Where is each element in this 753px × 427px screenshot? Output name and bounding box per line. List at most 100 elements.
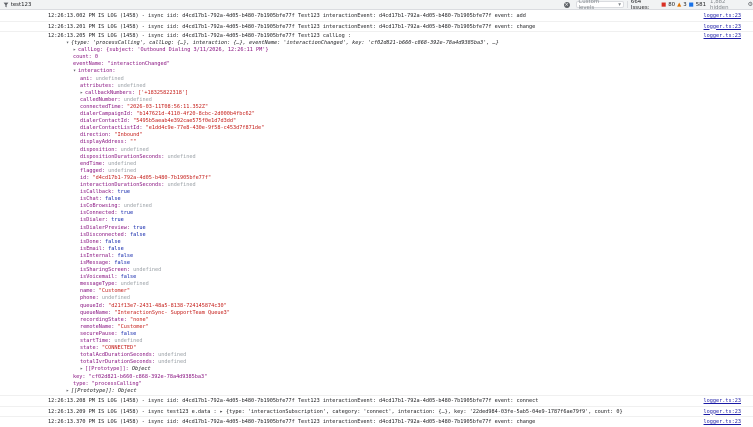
tree-line: isConnected: true [0, 210, 499, 217]
tree-text: isConnected: [80, 210, 121, 217]
tree-text: "CONNECTED" [101, 345, 137, 352]
tree-line: connectedTime: "2026-03-11T08:56:11.352Z… [0, 104, 499, 111]
tree-line: totalIvrDurationSeconds: undefined [0, 359, 499, 366]
tree-text: true [117, 189, 130, 196]
tree-line: startTime: undefined [0, 338, 499, 345]
source-link[interactable]: logger.ts:23 [704, 22, 741, 33]
tree-line: displayAddress: "" [0, 139, 499, 146]
chevron-down-icon: ▾ [618, 1, 621, 8]
source-link[interactable]: logger.ts:23 [704, 33, 741, 40]
tree-text: undefined [167, 153, 196, 160]
tree-text: isDone: [80, 238, 105, 245]
tree-text: securePause: [80, 330, 121, 337]
tree-text: isInternal: [80, 252, 118, 259]
tree-text: eventName: "interactionChanged" [73, 61, 170, 68]
tree-text: ani: [80, 75, 96, 82]
source-link[interactable]: logger.ts:23 [704, 417, 741, 427]
tree-text: name: [80, 288, 99, 295]
tree-line: isVoicemail: false [0, 274, 499, 281]
log-row: 12:26:13.201 PM IS LOG (1458) - isync ii… [0, 22, 753, 33]
log-message: 12:26:13.208 PM IS LOG (1458) - isync ii… [48, 398, 539, 405]
filter-icon[interactable] [2, 1, 10, 9]
filter-input[interactable] [10, 0, 554, 9]
tree-text: Object [131, 366, 151, 373]
hidden-count: 1,882 hidden [710, 0, 729, 11]
tree-text: messageType: [80, 281, 121, 288]
tree-text: endTime: [80, 160, 109, 167]
tree-text: undefined [123, 96, 152, 103]
tree-line: phone: undefined [0, 295, 499, 302]
tree-line: isInternal: false [0, 253, 499, 260]
tree-text: dialerContactListId: [80, 125, 146, 132]
tree-text: 12:26:13.205 PM IS LOG (1458) - isync ii… [48, 33, 351, 39]
tree-text: isEmail: [80, 245, 109, 252]
tree-text: displayAddress: [80, 139, 130, 146]
tree-line: ▾ {type: 'processCalling', callLog: {…},… [0, 40, 499, 47]
tree-text: undefined [120, 281, 149, 288]
tree-line: ▸ [[Prototype]]: Object [0, 366, 499, 373]
tree-text: "b147621d-4110-4f20-8cbc-2d000b4fbc62" [136, 111, 255, 118]
tree-text: callLog: {subject: 'Outbound Dialing 3/1… [78, 47, 269, 54]
tree-text: "InteractionSync- SupportTeam Queue3" [114, 309, 230, 316]
warning-icon: ▲ [677, 1, 682, 8]
log-row: 12:26:13.209 PM IS LOG (1458) - isync te… [0, 407, 753, 418]
log-message: 12:26:13.370 PM IS LOG (1458) - isync ii… [48, 419, 536, 426]
tree-line: attributes: undefined [0, 83, 499, 90]
tree-text: false [117, 252, 134, 259]
tree-line: isCallback: true [0, 189, 499, 196]
tree-text: isMessage: [80, 260, 115, 266]
tree-text: false [120, 330, 137, 337]
source-link[interactable]: logger.ts:23 [704, 396, 741, 407]
tree-text: false [129, 231, 146, 238]
tree-line: eventName: "interactionChanged" [0, 61, 499, 68]
console-log: 12:26:13.002 PM IS LOG (1458) - isync ii… [0, 11, 753, 427]
tree-line: recordingState: "none" [0, 317, 499, 324]
tree-line: dispositionDurationSeconds: undefined [0, 154, 499, 161]
tree-line: messageType: undefined [0, 281, 499, 288]
log-row: 12:26:13.002 PM IS LOG (1458) - isync ii… [0, 11, 753, 22]
tree-text: "e1dd4c9e-77e8-430e-9f58-c453d7f871de" [145, 125, 265, 132]
tree-line: calledNumber: undefined [0, 97, 499, 104]
tree-text: undefined [167, 181, 196, 188]
tree-text: undefined [133, 267, 162, 274]
log-row: 12:26:13.208 PM IS LOG (1458) - isync ii… [0, 396, 753, 407]
tree-line: ▸ [[Prototype]]: Object [0, 388, 499, 395]
tree-line: securePause: false [0, 331, 499, 338]
source-link[interactable]: logger.ts:23 [704, 407, 741, 418]
tree-text: undefined [95, 75, 124, 82]
tree-text: true [120, 210, 134, 217]
tree-text: isDialerPreview: [80, 224, 134, 231]
clear-filter-icon[interactable]: × [563, 1, 570, 8]
tree-line: state: "CONNECTED" [0, 345, 499, 352]
source-link[interactable]: logger.ts:23 [704, 11, 741, 22]
tree-line: isChat: false [0, 196, 499, 203]
log-message: 12:26:13.002 PM IS LOG (1458) - isync ii… [48, 13, 526, 19]
gear-icon[interactable]: ⚙ [748, 1, 753, 8]
tree-text: false [120, 274, 137, 281]
tree-text: "d4cd17b1-792a-4d05-b480-7b1905bfe77f" [92, 174, 212, 181]
console-toolbar: × Custom levels ▾ 664 Issues: ■ 80 ▲ 3 ■… [0, 0, 753, 11]
tree-text: isSharingScreen: [80, 267, 134, 274]
log-message: 12:26:13.201 PM IS LOG (1458) - isync ii… [48, 23, 536, 30]
tree-text: dialerCampaignId: [80, 111, 137, 118]
tree-text: "Customer" [98, 288, 130, 295]
divider [626, 1, 628, 8]
tree-text: false [105, 238, 121, 245]
tree-text: undefined [158, 359, 187, 366]
tree-text: "2026-03-11T08:56:11.352Z" [126, 103, 209, 110]
tree-text: undefined [158, 352, 187, 359]
tree-line: ▸ callLog: {subject: 'Outbound Dialing 3… [0, 47, 499, 54]
tree-text: "" [129, 139, 137, 146]
tree-text: isCoBrowsing: [80, 203, 124, 210]
tree-line: flagged: undefined [0, 168, 499, 175]
log-row-expanded: 12:26:13.205 PM IS LOG (1458) - isync ii… [0, 32, 753, 397]
tree-text: startTime: [80, 338, 115, 345]
object-tree: 12:26:13.205 PM IS LOG (1458) - isync ii… [0, 33, 499, 395]
tree-text: undefined [114, 338, 143, 345]
tree-text: key: "cf02d821-b660-c868-392e-78a4d9385b… [73, 373, 208, 380]
tree-text: isCallback: [80, 189, 118, 196]
issues-label: 664 Issues: [630, 0, 650, 11]
tree-text: totalIvrDurationSeconds: [80, 359, 159, 366]
log-levels-dropdown[interactable]: Custom levels ▾ [575, 0, 624, 11]
issues-button[interactable]: 664 Issues: ■ 80 ▲ 3 ■ 581 [631, 0, 706, 11]
